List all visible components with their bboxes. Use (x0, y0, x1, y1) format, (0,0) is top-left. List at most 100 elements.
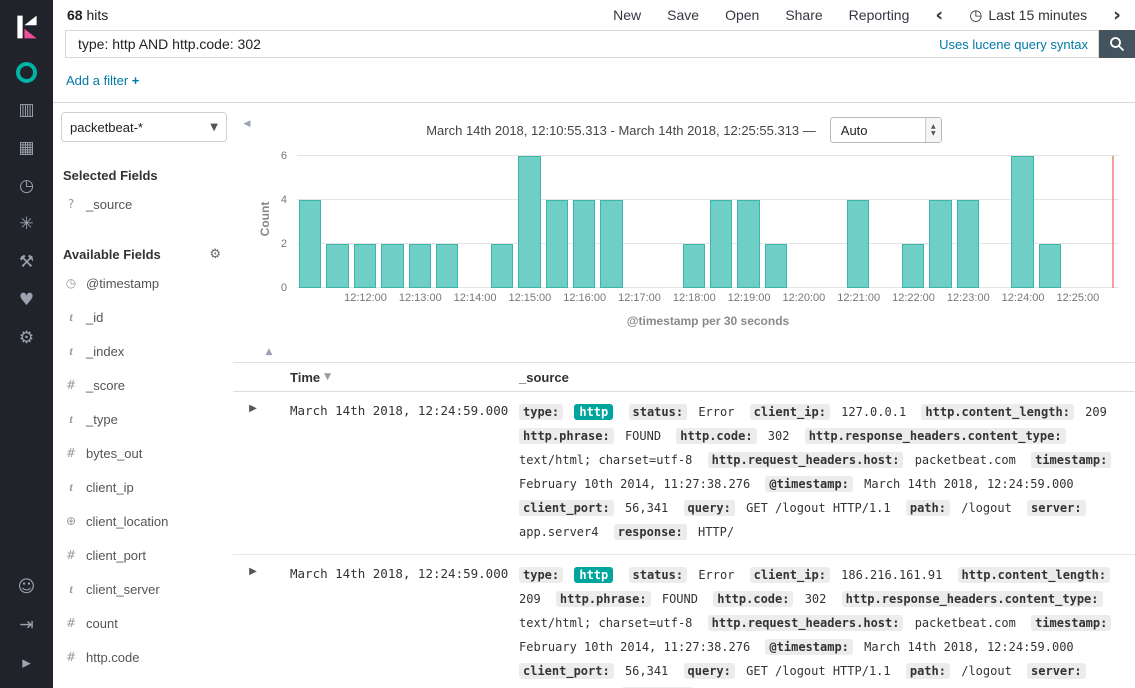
field-item-http.code[interactable]: #http.code (61, 640, 227, 674)
histogram-bar[interactable] (683, 244, 705, 288)
field-item-client_location[interactable]: ⊕client_location (61, 504, 227, 538)
field-item-count[interactable]: #count (61, 606, 227, 640)
field-item-client_port[interactable]: #client_port (61, 538, 227, 572)
field-item-_score[interactable]: #_score (61, 368, 227, 402)
nav-item-collapse-nav[interactable]: ▸ (0, 644, 53, 682)
chevron-down-icon: ▼ (210, 122, 218, 133)
x-tick-label: 12:21:00 (829, 292, 889, 304)
collapse-sidebar-button[interactable]: ◀ (239, 116, 255, 132)
top-menu: New Save Open Share Reporting ‹ ◷Last 15 minut… (613, 6, 1121, 25)
histogram-bar[interactable] (1039, 244, 1061, 288)
histogram-bar[interactable] (491, 244, 513, 288)
nav-item-dev-tools[interactable]: ⚒ (0, 243, 53, 281)
histogram-bar[interactable] (299, 200, 321, 288)
field-name: _index (86, 344, 124, 359)
x-tick-label: 12:15:00 (500, 292, 560, 304)
lucene-syntax-link[interactable]: Uses lucene query syntax (939, 37, 1088, 52)
source-column-header: _source (495, 370, 1135, 385)
x-tick-label: 12:23:00 (938, 292, 998, 304)
field-item-_source[interactable]: ?_source (61, 187, 227, 221)
nav-item-dashboard[interactable]: ▦ (0, 129, 53, 167)
number-type-icon: # (63, 446, 79, 460)
query-bar: Uses lucene query syntax (53, 30, 1135, 58)
nav-item-timelion[interactable]: ◷ (0, 167, 53, 205)
selected-fields-heading: Selected Fields (63, 168, 227, 183)
field-value: GET /logout HTTP/1.1 (746, 501, 891, 515)
field-item-@timestamp[interactable]: ◷@timestamp (61, 266, 227, 300)
nav-item-monitoring[interactable]: ♥ (0, 281, 53, 319)
nav-item-logout[interactable]: ⇥ (0, 606, 53, 644)
field-key: http.phrase: (519, 428, 614, 444)
menu-reporting[interactable]: Reporting (849, 7, 910, 23)
menu-save[interactable]: Save (667, 7, 699, 23)
x-axis-caption: @timestamp per 30 seconds (297, 314, 1119, 328)
highlighted-field-value: http (574, 567, 613, 583)
histogram-bar[interactable] (436, 244, 458, 288)
field-item-bytes_out[interactable]: # bytes_out (61, 436, 227, 470)
histogram-bar[interactable] (1011, 156, 1033, 288)
nav-item-discover[interactable] (0, 53, 53, 91)
menu-open[interactable]: Open (725, 7, 759, 23)
interval-select[interactable]: Auto ▲▼ (830, 117, 942, 143)
field-item-client_ip[interactable]: tclient_ip (61, 470, 227, 504)
field-value: packetbeat.com (915, 616, 1016, 630)
histogram-bar[interactable] (957, 200, 979, 288)
index-pattern-selector[interactable]: packetbeat-* ▼ (61, 112, 227, 142)
search-button[interactable] (1099, 30, 1135, 58)
add-filter-button[interactable]: Add a filter + (66, 73, 139, 88)
field-key: path: (906, 663, 950, 679)
field-key: client_port: (519, 663, 614, 679)
search-input[interactable] (76, 35, 939, 53)
discover-icon (16, 62, 37, 83)
histogram-plot[interactable] (297, 156, 1119, 288)
field-key: server: (1027, 663, 1086, 679)
field-item-_id[interactable]: t_id (61, 300, 227, 334)
histogram-bar[interactable] (409, 244, 431, 288)
menu-share[interactable]: Share (785, 7, 822, 23)
nav-item-user[interactable]: ☺ (0, 568, 53, 606)
nav-item-management[interactable]: ⚙ (0, 319, 53, 357)
field-name: client_port (86, 548, 146, 563)
expand-row-button[interactable]: ▶ (233, 400, 273, 544)
menu-new[interactable]: New (613, 7, 641, 23)
field-key: type: (519, 404, 563, 420)
field-item-_type[interactable]: t_type (61, 402, 227, 436)
time-column-header[interactable]: Time ▼ (273, 370, 495, 385)
nav-item-machine-learning[interactable]: ✳ (0, 205, 53, 243)
available-fields-heading: Available Fields ⚙ (63, 247, 227, 262)
field-item-client_server[interactable]: tclient_server (61, 572, 227, 606)
histogram-bar[interactable] (847, 200, 869, 288)
monitoring-icon: ♥ (19, 290, 34, 310)
field-name: @timestamp (86, 276, 159, 291)
histogram-bar[interactable] (902, 244, 924, 288)
management-icon: ⚙ (19, 328, 34, 348)
kibana-logo[interactable] (0, 0, 53, 53)
field-name: bytes_out (86, 446, 142, 461)
expand-row-button[interactable]: ▶ (233, 563, 273, 688)
timepicker-button[interactable]: ◷Last 15 minutes (969, 6, 1087, 24)
histogram-bar[interactable] (737, 200, 759, 288)
field-value: app.server4 (519, 525, 598, 539)
field-settings-gear-icon[interactable]: ⚙ (209, 247, 221, 262)
histogram-bar[interactable] (765, 244, 787, 288)
timepicker-next-icon[interactable]: › (1113, 6, 1121, 25)
histogram-bar[interactable] (573, 200, 595, 288)
histogram-bar[interactable] (326, 244, 348, 288)
timepicker-prev-icon[interactable]: ‹ (935, 6, 943, 25)
nav-item-visualize[interactable]: ▥ (0, 91, 53, 129)
histogram-bar[interactable] (381, 244, 403, 288)
unknown-type-icon: ? (63, 197, 79, 211)
timepicker-label: Last 15 minutes (988, 7, 1087, 23)
histogram-bar[interactable] (710, 200, 732, 288)
histogram-bar[interactable] (600, 200, 622, 288)
histogram-bar[interactable] (518, 156, 540, 288)
histogram-bar[interactable] (354, 244, 376, 288)
collapse-histogram-button[interactable]: ▲ (261, 344, 277, 360)
field-item-_index[interactable]: t_index (61, 334, 227, 368)
row-source: type: http status: Error client_ip: 127.… (495, 400, 1135, 544)
histogram-bar[interactable] (546, 200, 568, 288)
y-tick-label: 0 (261, 282, 287, 294)
histogram-bar[interactable] (929, 200, 951, 288)
field-key: client_ip: (750, 404, 830, 420)
machine-learning-icon: ✳ (19, 214, 33, 234)
